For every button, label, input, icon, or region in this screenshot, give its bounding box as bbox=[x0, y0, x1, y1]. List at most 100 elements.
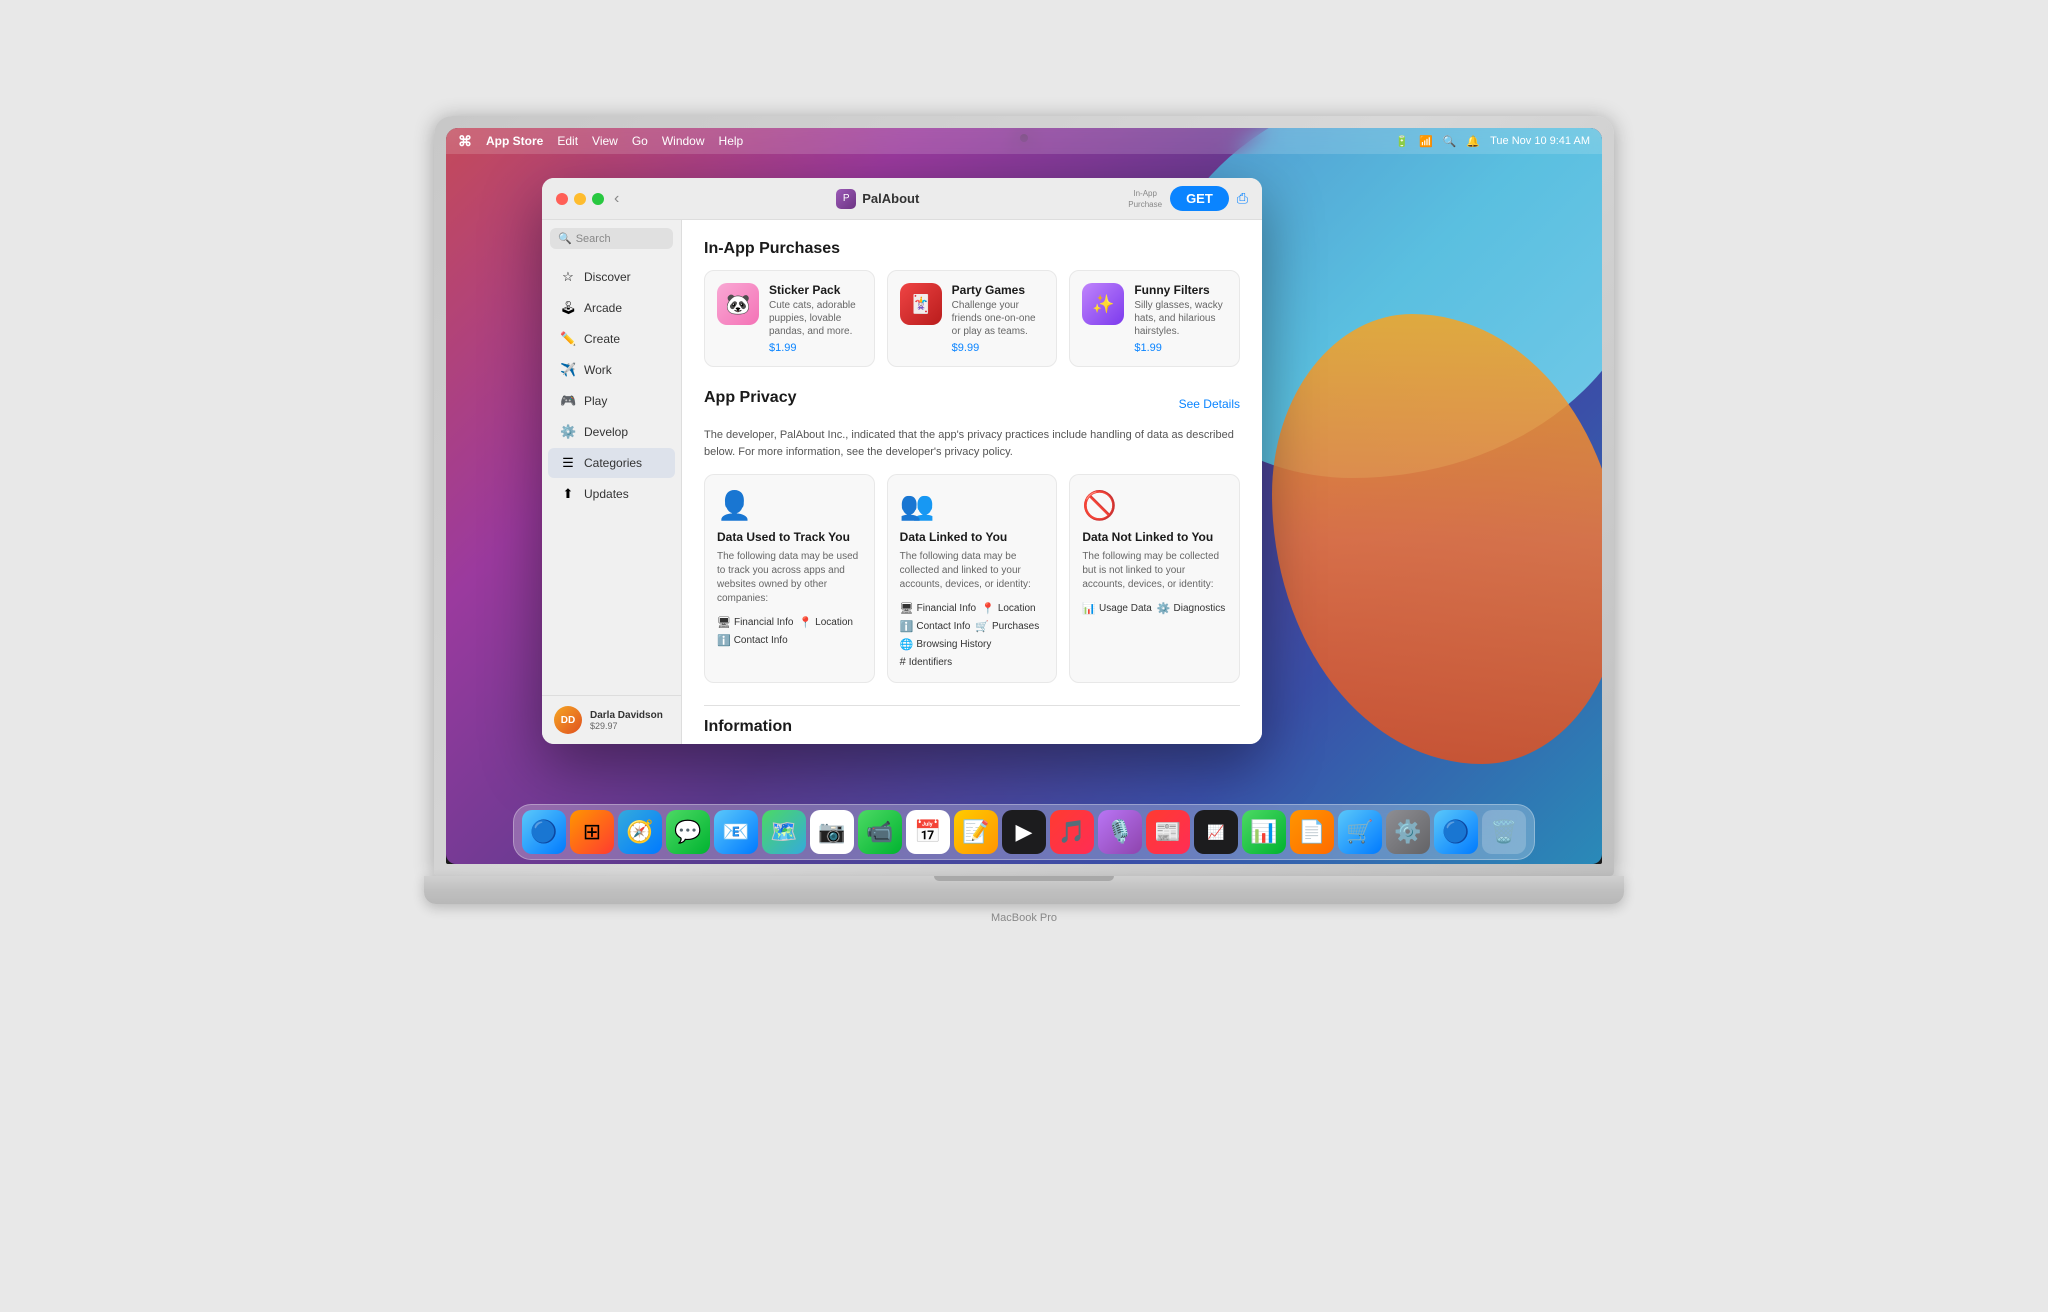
facetime-icon: 📹 bbox=[866, 819, 893, 845]
sidebar-item-work[interactable]: ✈️ Work bbox=[548, 355, 675, 385]
dock-item-news[interactable]: 📰 bbox=[1146, 810, 1190, 854]
dock-item-maps[interactable]: 🗺️ bbox=[762, 810, 806, 854]
macbook-base: MacBook Pro bbox=[424, 876, 1624, 904]
dock-item-launchpad[interactable]: ⊞ bbox=[570, 810, 614, 854]
sidebar-item-categories[interactable]: ☰ Categories bbox=[548, 448, 675, 478]
notlinked-icon: 🚫 bbox=[1082, 489, 1227, 522]
music-icon: 🎵 bbox=[1058, 819, 1085, 845]
dock-item-numbers[interactable]: 📊 bbox=[1242, 810, 1286, 854]
numbers-icon: 📊 bbox=[1250, 819, 1277, 845]
photos-icon: 📷 bbox=[818, 819, 845, 845]
close-button[interactable] bbox=[556, 193, 568, 205]
apple-menu[interactable]: ⌘ bbox=[458, 133, 472, 150]
sidebar-item-discover[interactable]: ☆ Discover bbox=[548, 262, 675, 292]
tag-financial-info-0: 🖥 Financial Info bbox=[717, 616, 793, 629]
title-bar: ‹ P PalAbout In-App bbox=[542, 178, 1262, 220]
main-content[interactable]: In-App Purchases 🐼 Sticker Pack Cute cat… bbox=[682, 220, 1262, 744]
user-name: Darla Davidson bbox=[590, 710, 663, 721]
back-button[interactable]: ‹ bbox=[614, 190, 619, 208]
tag-label: Purchases bbox=[992, 621, 1039, 632]
privacy-tags-0: 🖥 Financial Info 📍 Location bbox=[717, 616, 862, 647]
sidebar-label-categories: Categories bbox=[584, 456, 642, 470]
sidebar: 🔍 Search ☆ Discover bbox=[542, 220, 682, 744]
dock-item-appstore[interactable]: 🛒 bbox=[1338, 810, 1382, 854]
get-button[interactable]: GET bbox=[1170, 186, 1229, 211]
see-details-link[interactable]: See Details bbox=[1179, 397, 1240, 411]
sidebar-item-create[interactable]: ✏️ Create bbox=[548, 324, 675, 354]
dock-container: 🔵 ⊞ 🧭 💬 bbox=[446, 804, 1602, 864]
calendar-icon: 📅 bbox=[914, 819, 941, 845]
dock-item-photos[interactable]: 📷 bbox=[810, 810, 854, 854]
user-avatar: DD bbox=[554, 706, 582, 734]
app-name-menu[interactable]: App Store bbox=[486, 134, 543, 148]
search-bar[interactable]: 🔍 Search bbox=[550, 228, 673, 249]
dock-item-mail[interactable]: 📧 bbox=[714, 810, 758, 854]
pages-icon: 📄 bbox=[1298, 819, 1325, 845]
dock-item-screentime[interactable]: 🔵 bbox=[1434, 810, 1478, 854]
trash-icon: 🗑️ bbox=[1490, 819, 1517, 845]
search-menubar-icon[interactable]: 🔍 bbox=[1443, 135, 1457, 148]
nav-items: ☆ Discover 🕹 Arcade ✏️ bbox=[542, 257, 681, 695]
sidebar-item-develop[interactable]: ⚙️ Develop bbox=[548, 417, 675, 447]
iap-price-2: $1.99 bbox=[1134, 342, 1227, 354]
dock-item-sysprefs[interactable]: ⚙️ bbox=[1386, 810, 1430, 854]
contact-icon: ℹ️ bbox=[717, 634, 731, 647]
develop-icon: ⚙️ bbox=[560, 424, 576, 440]
screen-bezel: ⌘ App Store Edit View Go Window Help 🔋 📶… bbox=[446, 128, 1602, 864]
appletv-icon: ▶ bbox=[1016, 819, 1033, 845]
sidebar-label-updates: Updates bbox=[584, 487, 629, 501]
dock-item-calendar[interactable]: 📅 bbox=[906, 810, 950, 854]
sidebar-item-play[interactable]: 🎮 Play bbox=[548, 386, 675, 416]
iap-card-0[interactable]: 🐼 Sticker Pack Cute cats, adorable puppi… bbox=[704, 270, 875, 367]
help-menu[interactable]: Help bbox=[719, 134, 744, 148]
share-button[interactable]: ⎙ bbox=[1237, 190, 1248, 207]
iap-card-1[interactable]: 🃏 Party Games Challenge your friends one… bbox=[887, 270, 1058, 367]
view-menu[interactable]: View bbox=[592, 134, 618, 148]
privacy-card-notlinked: 🚫 Data Not Linked to You The following m… bbox=[1069, 474, 1240, 683]
iap-icon-filter: ✨ bbox=[1082, 283, 1124, 325]
divider bbox=[704, 705, 1240, 706]
tag-label: Location bbox=[998, 603, 1036, 614]
dock-item-music[interactable]: 🎵 bbox=[1050, 810, 1094, 854]
financial-icon-1: 🖥 bbox=[900, 602, 914, 615]
iap-card-2[interactable]: ✨ Funny Filters Silly glasses, wacky hat… bbox=[1069, 270, 1240, 367]
privacy-tags-2: 📊 Usage Data ⚙️ Diagnostics bbox=[1082, 602, 1227, 615]
edit-menu[interactable]: Edit bbox=[557, 134, 578, 148]
dock-item-appletv[interactable]: ▶ bbox=[1002, 810, 1046, 854]
search-icon: 🔍 bbox=[558, 232, 572, 245]
sidebar-item-updates[interactable]: ⬆ Updates bbox=[548, 479, 675, 509]
go-menu[interactable]: Go bbox=[632, 134, 648, 148]
privacy-tags-1: 🖥 Financial Info 📍 Location bbox=[900, 602, 1045, 668]
dock-item-pages[interactable]: 📄 bbox=[1290, 810, 1334, 854]
dock-item-finder[interactable]: 🔵 bbox=[522, 810, 566, 854]
macbook-notch bbox=[934, 876, 1114, 881]
privacy-grid: 👤 Data Used to Track You The following d… bbox=[704, 474, 1240, 683]
sidebar-label-arcade: Arcade bbox=[584, 301, 622, 315]
title-bar-center: P PalAbout bbox=[627, 189, 1128, 209]
window-menu[interactable]: Window bbox=[662, 134, 705, 148]
tag-label: Contact Info bbox=[916, 621, 970, 632]
dock-item-safari[interactable]: 🧭 bbox=[618, 810, 662, 854]
privacy-card-title-2: Data Not Linked to You bbox=[1082, 530, 1227, 544]
create-icon: ✏️ bbox=[560, 331, 576, 347]
dock-item-podcasts[interactable]: 🎙️ bbox=[1098, 810, 1142, 854]
sidebar-item-arcade[interactable]: 🕹 Arcade bbox=[548, 293, 675, 323]
privacy-card-title-1: Data Linked to You bbox=[900, 530, 1045, 544]
tag-browsing-1: 🌐 Browsing History bbox=[900, 638, 992, 651]
macbook-label: MacBook Pro bbox=[991, 912, 1057, 924]
dock-item-stocks[interactable]: 📈 bbox=[1194, 810, 1238, 854]
minimize-button[interactable] bbox=[574, 193, 586, 205]
macos-desktop: ⌘ App Store Edit View Go Window Help 🔋 📶… bbox=[446, 128, 1602, 864]
maximize-button[interactable] bbox=[592, 193, 604, 205]
macbook-lid: ⌘ App Store Edit View Go Window Help 🔋 📶… bbox=[434, 116, 1614, 876]
in-app-badge: In-App Purchase bbox=[1128, 188, 1162, 210]
dock-item-notes[interactable]: 📝 bbox=[954, 810, 998, 854]
iap-price-0: $1.99 bbox=[769, 342, 862, 354]
dock: 🔵 ⊞ 🧭 💬 bbox=[513, 804, 1535, 860]
screentime-icon: 🔵 bbox=[1442, 819, 1469, 845]
notification-icon[interactable]: 🔔 bbox=[1466, 135, 1480, 148]
app-icon: P bbox=[836, 189, 856, 209]
dock-item-facetime[interactable]: 📹 bbox=[858, 810, 902, 854]
dock-item-messages[interactable]: 💬 bbox=[666, 810, 710, 854]
dock-item-trash[interactable]: 🗑️ bbox=[1482, 810, 1526, 854]
